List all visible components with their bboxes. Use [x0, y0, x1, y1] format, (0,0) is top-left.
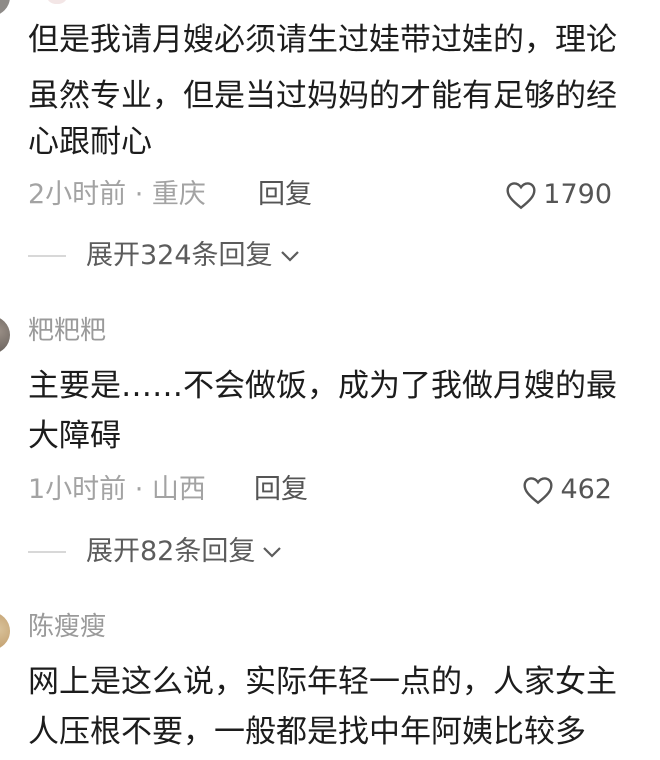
reply-button[interactable]: 回复	[258, 175, 312, 215]
avatar[interactable]	[0, 612, 10, 650]
reply-button[interactable]: 回复	[254, 470, 308, 510]
divider-line	[28, 551, 66, 553]
comment-meta: 1小时前 · 山西 回复 462	[28, 470, 660, 510]
comment-text-line: 人压根不要，一般都是找中年阿姨比较多	[28, 714, 586, 750]
divider-line	[28, 255, 66, 257]
heart-icon	[523, 477, 553, 505]
expand-replies-button[interactable]: 展开324条回复	[28, 238, 301, 274]
expand-replies-label: 展开324条回复	[86, 240, 273, 271]
comment-time-location: 1小时前 · 山西	[28, 474, 206, 505]
comment-text-line: 虽然专业，但是当过妈妈的才能有足够的经	[28, 78, 617, 114]
like-button[interactable]: 1790	[505, 175, 612, 215]
expand-replies-label: 展开82条回复	[86, 536, 256, 567]
decorative-tab	[46, 0, 68, 4]
like-count: 1790	[543, 179, 612, 210]
comment-text-line: 网上是这么说，实际年轻一点的，人家女主	[28, 664, 617, 700]
heart-icon	[506, 182, 536, 210]
username[interactable]: 陈瘦瘦	[28, 612, 106, 642]
comment-time-location: 2小时前 · 重庆	[28, 179, 206, 210]
expand-replies-button[interactable]: 展开82条回复	[28, 534, 283, 570]
comment-text-line: 主要是……不会做饭，成为了我做月嫂的最	[28, 368, 617, 404]
comment-meta: 2小时前 · 重庆 回复 1790	[28, 175, 660, 215]
like-count: 462	[560, 474, 612, 505]
comment-text-line: 但是我请月嫂必须请生过娃带过娃的，理论	[28, 22, 617, 58]
chevron-down-icon	[280, 251, 299, 262]
avatar[interactable]	[0, 316, 10, 354]
avatar[interactable]	[0, 0, 10, 16]
username[interactable]: 粑粑粑	[28, 316, 106, 346]
chevron-down-icon	[263, 547, 282, 558]
like-button[interactable]: 462	[522, 470, 612, 510]
comment-text-line: 大障碍	[28, 418, 121, 454]
comment-text-line: 心跟耐心	[28, 124, 152, 160]
